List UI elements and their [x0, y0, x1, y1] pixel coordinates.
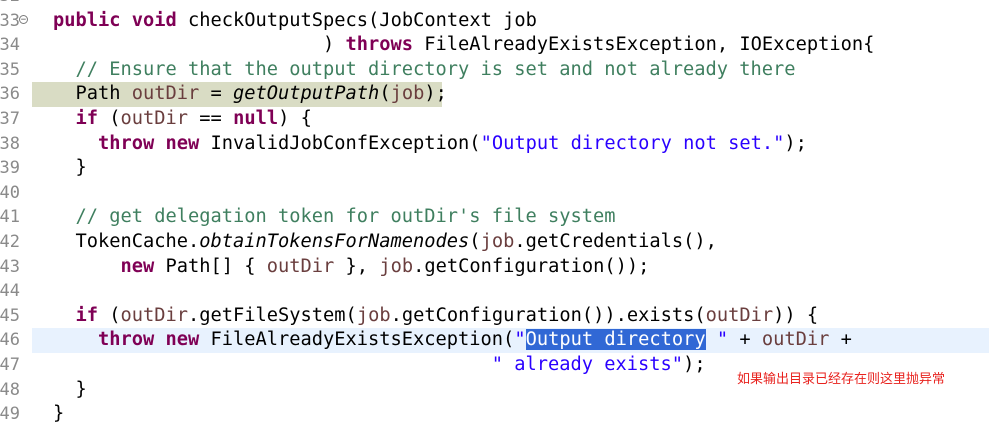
fold-toggle-icon[interactable]: −	[19, 14, 28, 24]
line-number: 34	[0, 35, 20, 56]
line-number: 40	[0, 182, 20, 203]
code-line-33[interactable]: 33 − public void checkOutputSpecs(JobCon…	[0, 9, 989, 34]
code-line-46[interactable]: 46 throw new FileAlreadyExistsException(…	[0, 328, 989, 353]
line-number: 46	[0, 330, 20, 351]
line-number: 35	[0, 59, 20, 80]
code-line-44[interactable]: 44	[0, 279, 989, 304]
line-number: 37	[0, 109, 20, 129]
code-text: if (outDir.getFileSystem(job.getConfigur…	[53, 304, 819, 326]
code-text: }	[53, 157, 87, 179]
code-line-43[interactable]: 43 new Path[] { outDir }, job.getConfigu…	[0, 255, 989, 280]
code-text: throw new InvalidJobConfException("Outpu…	[53, 132, 807, 154]
code-text: if (outDir == null) {	[53, 108, 312, 129]
code-text: Path outDir = getOutputPath(job);	[53, 83, 447, 105]
code-line-37[interactable]: 37 if (outDir == null) {	[0, 107, 989, 132]
code-text: public void checkOutputSpecs(JobContext …	[53, 9, 537, 31]
line-number: 47	[0, 355, 20, 375]
line-number: 45	[0, 305, 20, 326]
code-line-32[interactable]: 32	[0, 0, 989, 9]
code-text: ) throws FileAlreadyExistsException, IOE…	[53, 34, 875, 56]
line-number: 43	[0, 256, 20, 277]
text-selection[interactable]: Output directory	[525, 329, 706, 351]
code-line-40[interactable]: 40	[0, 181, 989, 206]
line-number: 41	[0, 207, 20, 228]
line-number: 44	[0, 281, 20, 302]
annotation-note: 如果输出目录已经存在则这里抛异常	[737, 372, 946, 387]
code-line-39[interactable]: 39 }	[0, 156, 989, 181]
line-number: 48	[0, 379, 20, 400]
code-line-41[interactable]: 41 // get delegation token for outDir's …	[0, 205, 989, 230]
line-number: 42	[0, 232, 20, 252]
code-line-45[interactable]: 45 if (outDir.getFileSystem(job.getConfi…	[0, 304, 989, 329]
code-comment: // Ensure that the output directory is s…	[53, 58, 796, 80]
code-text: TokenCache.obtainTokensForNamenodes(job.…	[53, 231, 717, 252]
code-comment: // get delegation token for outDir's fil…	[53, 206, 616, 228]
code-line-49[interactable]: 49 }	[0, 402, 989, 427]
code-text: " already exists");	[491, 354, 706, 375]
code-text: }	[53, 403, 65, 425]
line-number: 33	[0, 10, 20, 31]
code-text: new Path[] { outDir }, job.getConfigurat…	[53, 255, 650, 277]
line-number: 39	[0, 158, 20, 179]
code-line-34[interactable]: 34 ) throws FileAlreadyExistsException, …	[0, 33, 989, 58]
code-line-35[interactable]: 35 // Ensure that the output directory i…	[0, 58, 989, 83]
code-line-36[interactable]: 36 Path outDir = getOutputPath(job);	[0, 82, 989, 107]
code-text: }	[53, 378, 87, 400]
code-text: throw new FileAlreadyExistsException("Ou…	[53, 329, 852, 351]
code-line-38[interactable]: 38 throw new InvalidJobConfException("Ou…	[0, 132, 989, 157]
line-number: 32	[0, 0, 20, 9]
code-line-42[interactable]: 42 TokenCache.obtainTokensForNamenodes(j…	[0, 230, 989, 255]
line-number: 49	[0, 404, 20, 425]
line-number: 38	[0, 133, 20, 154]
line-number: 36	[0, 84, 20, 105]
